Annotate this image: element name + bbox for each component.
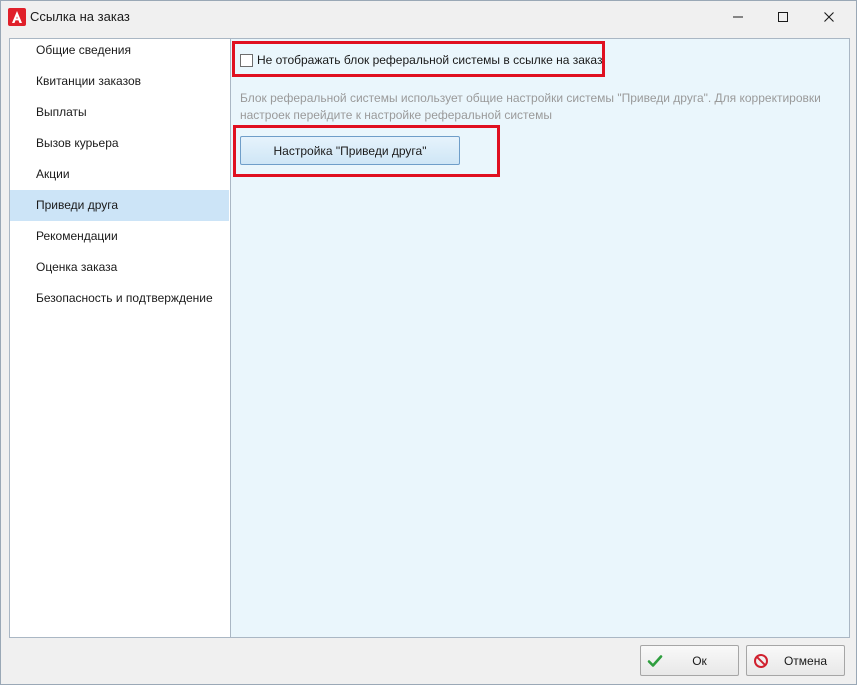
sidebar-item-promotions[interactable]: Акции [10, 159, 229, 190]
sidebar-item-payouts[interactable]: Выплаты [10, 97, 229, 128]
referral-description: Блок реферальной системы использует общи… [240, 91, 821, 122]
cancel-button-label: Отмена [783, 653, 828, 668]
maximize-icon[interactable] [760, 1, 806, 32]
ok-button[interactable]: Ок [640, 645, 739, 676]
sidebar-item-recommendations[interactable]: Рекомендации [10, 221, 229, 252]
app-logo-icon [8, 8, 26, 26]
refer-friend-settings-button[interactable]: Настройка "Приведи друга" [240, 136, 460, 165]
sidebar-nav: Общие сведения Квитанции заказов Выплаты… [10, 39, 229, 637]
sidebar-item-refer-friend[interactable]: Приведи друга [10, 190, 229, 221]
hide-referral-block-checkbox[interactable] [240, 53, 253, 67]
dialog-window: Ссылка на заказ Общие сведения Квитанции… [0, 0, 857, 685]
hide-referral-block-checkbox-row[interactable]: Не отображать блок реферальной системы в… [240, 53, 602, 67]
window-title: Ссылка на заказ [30, 9, 130, 24]
cancel-button[interactable]: Отмена [746, 645, 845, 676]
sidebar-item-order-receipts[interactable]: Квитанции заказов [10, 66, 229, 97]
sidebar-item-courier-call[interactable]: Вызов курьера [10, 128, 229, 159]
sidebar-item-order-rating[interactable]: Оценка заказа [10, 252, 229, 283]
minimize-icon[interactable] [715, 1, 761, 32]
close-icon[interactable] [806, 1, 852, 32]
title-bar[interactable]: Ссылка на заказ [1, 1, 856, 32]
ok-button-label: Ок [692, 653, 707, 668]
cancel-icon [753, 653, 769, 669]
sidebar-item-general[interactable]: Общие сведения [10, 35, 229, 66]
sidebar-item-security[interactable]: Безопасность и подтверждение [10, 283, 229, 314]
settings-panel: Не отображать блок реферальной системы в… [230, 39, 849, 637]
hide-referral-block-label: Не отображать блок реферальной системы в… [257, 53, 603, 67]
dialog-body: Общие сведения Квитанции заказов Выплаты… [9, 38, 850, 638]
checkmark-icon [647, 653, 663, 669]
